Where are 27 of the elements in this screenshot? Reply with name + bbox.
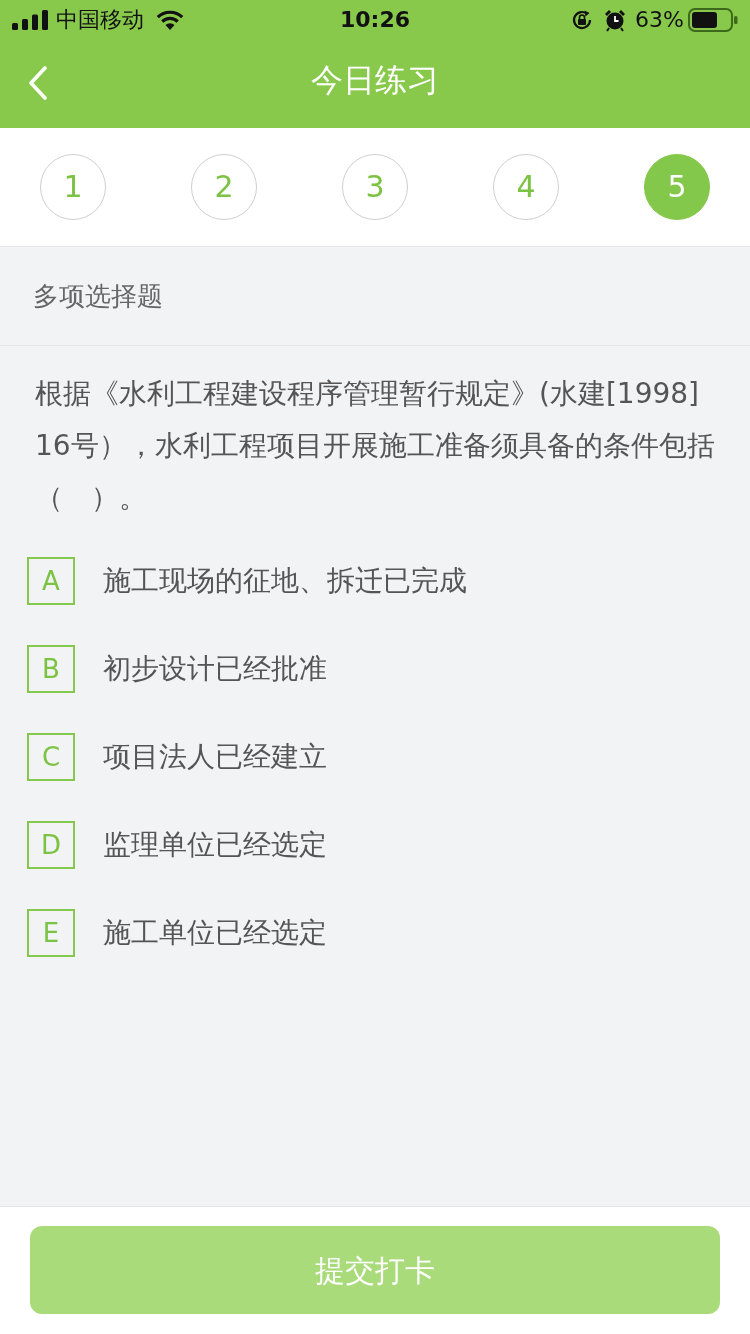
option-checkbox[interactable]: A	[27, 557, 75, 605]
battery-icon	[688, 8, 738, 32]
question-number-button[interactable]: 4	[493, 154, 559, 220]
question-number-button[interactable]: 2	[191, 154, 257, 220]
question-text: 根据《水利工程建设程序管理暂行规定》(水建[1998] 16号），水利工程项目开展施工准备须具备的条件包括（ ）。	[35, 376, 716, 516]
option-label[interactable]: 施工现场的征地、拆迁已完成	[103, 564, 467, 598]
question-type-label: 多项选择题	[33, 283, 163, 309]
clock-time: 10:26	[340, 9, 410, 31]
option-checkbox[interactable]: E	[27, 909, 75, 957]
option-checkbox[interactable]: D	[27, 821, 75, 869]
question-number-button[interactable]: 5	[644, 154, 710, 220]
back-icon[interactable]	[28, 66, 48, 100]
orientation-lock-icon	[571, 9, 594, 31]
option-checkbox[interactable]: B	[27, 645, 75, 693]
signal-icon	[12, 10, 48, 30]
question-number-button[interactable]: 3	[342, 154, 408, 220]
option-label[interactable]: 项目法人已经建立	[103, 740, 327, 774]
option-label[interactable]: 施工单位已经选定	[103, 916, 327, 950]
wifi-icon	[156, 10, 184, 30]
carrier-name: 中国移动	[56, 9, 144, 31]
battery-percent: 63%	[635, 9, 684, 31]
alarm-icon	[603, 8, 628, 32]
option-label[interactable]: 初步设计已经批准	[103, 652, 327, 686]
page-title: 今日练习	[311, 64, 439, 96]
option-label[interactable]: 监理单位已经选定	[103, 828, 327, 862]
option-checkbox[interactable]: C	[27, 733, 75, 781]
question-number-button[interactable]: 1	[40, 154, 106, 220]
